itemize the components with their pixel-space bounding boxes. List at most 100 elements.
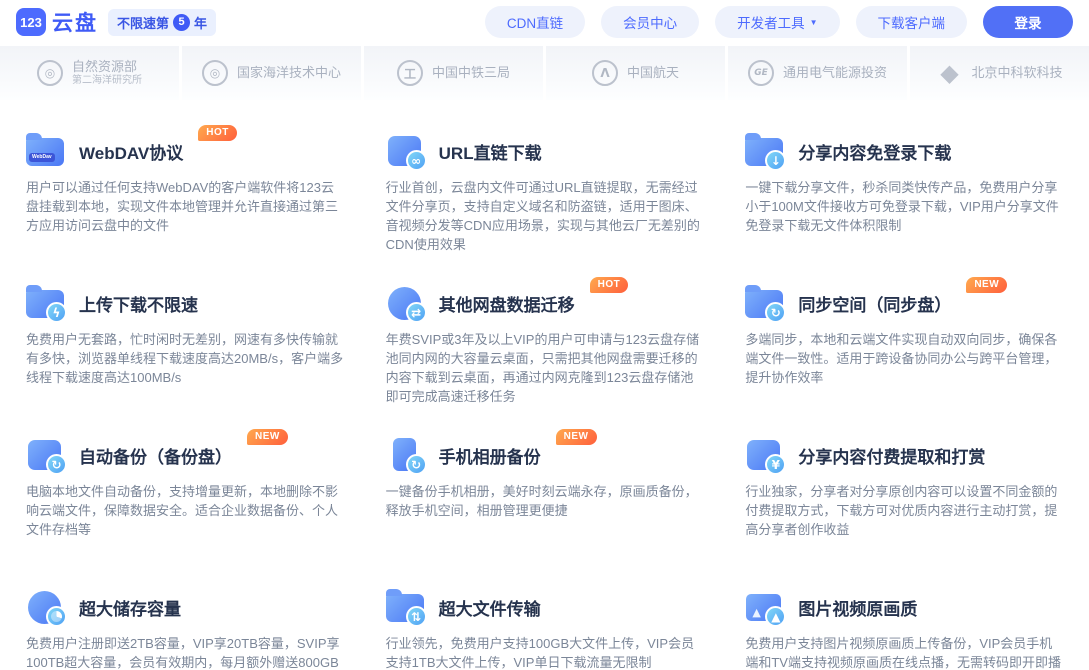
feature-grid: WebDav WebDAV协议 HOT 用户可以通过任何支持WebDAV的客户端… [0, 100, 1089, 670]
storage-capacity-icon-glyph [46, 606, 67, 627]
data-migration-icon-glyph: ⇄ [406, 302, 427, 323]
feature-title: 分享内容付费提取和打赏 [798, 443, 985, 468]
feature-title: 同步空间（同步盘） [798, 291, 951, 316]
logo[interactable]: 123 云盘 [16, 7, 98, 37]
top-navbar: 123 云盘 不限速第 5 年 CDN直链 会员中心 开发者工具 ▼ 下载客户端… [0, 0, 1089, 44]
partner-item: Λ 中国航天 [546, 46, 725, 100]
feature-badge: NEW [247, 429, 288, 445]
feature-description: 行业独家，分享者对分享原创内容可以设置不同金额的付费提取方式，下载方可对优质内容… [745, 482, 1063, 539]
ocean-tech-center-seal-icon: ◎ [202, 60, 228, 86]
speed-folder-icon-glyph: ϟ [46, 302, 67, 323]
feature-title: 分享内容免登录下载 [798, 139, 951, 164]
feature-description: 免费用户无套路，忙时闲时无差别，网速有多快传输就有多快，浏览器单线程下载速度高达… [26, 330, 344, 387]
original-quality-photo-icon: ▲ [745, 589, 785, 625]
data-migration-icon: ⇄ [386, 285, 426, 321]
partner-name: 中国航天 [627, 65, 679, 81]
feature-badge: HOT [198, 125, 237, 141]
feature-title: WebDAV协议 [79, 139, 183, 164]
partner-name: 通用电气能源投资 [783, 65, 887, 81]
auto-backup-icon: ↻ [26, 437, 66, 473]
phone-album-icon: ↻ [386, 437, 426, 473]
crec-logo-icon: 工 [397, 60, 423, 86]
feature-description: 用户可以通过任何支持WebDAV的客户端软件将123云盘挂载到本地，实现文件本地… [26, 178, 344, 235]
large-file-folder-icon-glyph: ⇅ [406, 606, 427, 627]
share-download-folder-icon-glyph: ↓ [765, 150, 786, 171]
paid-share-icon-glyph: ¥ [765, 454, 786, 475]
nav-link-1[interactable]: 会员中心 [601, 6, 699, 38]
feature-title: 超大储存容量 [79, 595, 181, 620]
feature-description: 年费SVIP或3年及以上VIP的用户可申请与123云盘存储池同内网的大容量云桌面… [386, 330, 704, 406]
feature-description: 免费用户注册即送2TB容量，VIP享20TB容量，SVIP享100TB超大容量，… [26, 634, 344, 670]
badge-suffix: 年 [194, 13, 207, 32]
feature-card: ↓ 分享内容免登录下载 一键下载分享文件，秒杀同类快传产品，免费用户分享小于10… [745, 133, 1063, 285]
feature-card: ↻ 自动备份（备份盘） NEW 电脑本地文件自动备份，支持增量更新，本地删除不影… [26, 437, 344, 589]
partner-strip: ◎ 自然资源部 第二海洋研究所 ◎ 国家海洋技术中心 工 中国中铁三局 Λ 中国… [0, 46, 1089, 100]
feature-card: 超大储存容量 免费用户注册即送2TB容量，VIP享20TB容量，SVIP享100… [26, 589, 344, 670]
feature-title: URL直链下载 [439, 139, 542, 164]
auto-backup-icon-glyph: ↻ [46, 454, 67, 475]
login-button[interactable]: 登录 [983, 6, 1073, 38]
feature-card: ⇅ 超大文件传输 行业领先，免费用户支持100GB大文件上传，VIP会员支持1T… [386, 589, 704, 670]
storage-capacity-icon [26, 589, 66, 625]
feature-title: 其他网盘数据迁移 [439, 291, 575, 316]
partner-name: 自然资源部 [72, 59, 142, 75]
feature-title: 超大文件传输 [439, 595, 541, 620]
nav-link-3[interactable]: 下载客户端 [856, 6, 968, 38]
feature-description: 电脑本地文件自动备份，支持增量更新，本地删除不影响云端文件，保障数据安全。适合企… [26, 482, 344, 539]
feature-card: ▲ 图片视频原画质 免费用户支持图片视频原画质上传备份，VIP会员手机端和TV端… [745, 589, 1063, 670]
brand-name: 云盘 [52, 7, 98, 37]
ge-logo-icon: GE [748, 60, 774, 86]
share-download-folder-icon: ↓ [745, 133, 785, 169]
feature-description: 一键下载分享文件，秒杀同类快传产品，免费用户分享小于100M文件接收方可免登录下… [745, 178, 1063, 235]
webdav-label: WebDav [29, 153, 55, 162]
diamond-logo-icon: ◆ [936, 60, 962, 86]
partner-item: ◆ 北京中科软科技 [910, 46, 1089, 100]
feature-card: ∞ URL直链下载 行业首创，云盘内文件可通过URL直链提取，无需经过文件分享页… [386, 133, 704, 285]
nav-link-0[interactable]: CDN直链 [485, 6, 585, 38]
feature-description: 行业首创，云盘内文件可通过URL直链提取，无需经过文件分享页，支持自定义域名和防… [386, 178, 704, 254]
partner-name: 北京中科软科技 [971, 65, 1062, 81]
partner-item: GE 通用电气能源投资 [728, 46, 907, 100]
partner-name: 中国中铁三局 [432, 65, 510, 81]
feature-description: 多端同步，本地和云端文件实现自动双向同步，确保各端文件一致性。适用于跨设备协同办… [745, 330, 1063, 387]
feature-description: 行业领先，免费用户支持100GB大文件上传，VIP会员支持1TB大文件上传，VI… [386, 634, 704, 670]
feature-description: 一键备份手机相册，美好时刻云端永存，原画质备份，释放手机空间，相册管理更便捷 [386, 482, 704, 520]
feature-description: 免费用户支持图片视频原画质上传备份，VIP会员手机端和TV端支持视频原画质在线点… [745, 634, 1063, 670]
nav-actions: CDN直链 会员中心 开发者工具 ▼ 下载客户端 登录 [485, 6, 1073, 38]
feature-card: ⇄ 其他网盘数据迁移 HOT 年费SVIP或3年及以上VIP的用户可申请与123… [386, 285, 704, 437]
nav-link-2[interactable]: 开发者工具 ▼ [715, 6, 839, 38]
feature-badge: HOT [590, 277, 629, 293]
feature-badge: NEW [556, 429, 597, 445]
partner-item: 工 中国中铁三局 [364, 46, 543, 100]
feature-title: 图片视频原画质 [798, 595, 917, 620]
badge-year-number: 5 [173, 14, 190, 31]
feature-title: 自动备份（备份盘） [79, 443, 232, 468]
paid-share-icon: ¥ [745, 437, 785, 473]
badge-prefix: 不限速第 [117, 13, 169, 32]
no-speed-limit-badge: 不限速第 5 年 [108, 9, 216, 36]
feature-card: ↻ 同步空间（同步盘） NEW 多端同步，本地和云端文件实现自动双向同步，确保各… [745, 285, 1063, 437]
feature-card: ↻ 手机相册备份 NEW 一键备份手机相册，美好时刻云端永存，原画质备份，释放手… [386, 437, 704, 589]
large-file-folder-icon: ⇅ [386, 589, 426, 625]
feature-card: ¥ 分享内容付费提取和打赏 行业独家，分享者对分享原创内容可以设置不同金额的付费… [745, 437, 1063, 589]
sync-folder-icon: ↻ [745, 285, 785, 321]
feature-card: WebDav WebDAV协议 HOT 用户可以通过任何支持WebDAV的客户端… [26, 133, 344, 285]
partner-item: ◎ 自然资源部 第二海洋研究所 [0, 46, 179, 100]
speed-folder-icon: ϟ [26, 285, 66, 321]
partner-name: 国家海洋技术中心 [237, 65, 341, 81]
feature-card: ϟ 上传下载不限速 免费用户无套路，忙时闲时无差别，网速有多快传输就有多快，浏览… [26, 285, 344, 437]
feature-title: 手机相册备份 [439, 443, 541, 468]
feature-title: 上传下载不限速 [79, 291, 198, 316]
casc-logo-icon: Λ [592, 60, 618, 86]
feature-badge: NEW [966, 277, 1007, 293]
sync-folder-icon-glyph: ↻ [765, 302, 786, 323]
partner-item: ◎ 国家海洋技术中心 [182, 46, 361, 100]
url-link-icon-glyph: ∞ [406, 150, 427, 171]
url-link-icon: ∞ [386, 133, 426, 169]
logo-123-icon: 123 [16, 8, 46, 36]
phone-album-icon-glyph: ↻ [406, 454, 427, 475]
original-quality-photo-icon-glyph: ▲ [765, 606, 786, 627]
webdav-folder-icon: WebDav [26, 133, 66, 169]
chevron-down-icon: ▼ [810, 18, 818, 27]
nature-resources-seal-icon: ◎ [37, 60, 63, 86]
